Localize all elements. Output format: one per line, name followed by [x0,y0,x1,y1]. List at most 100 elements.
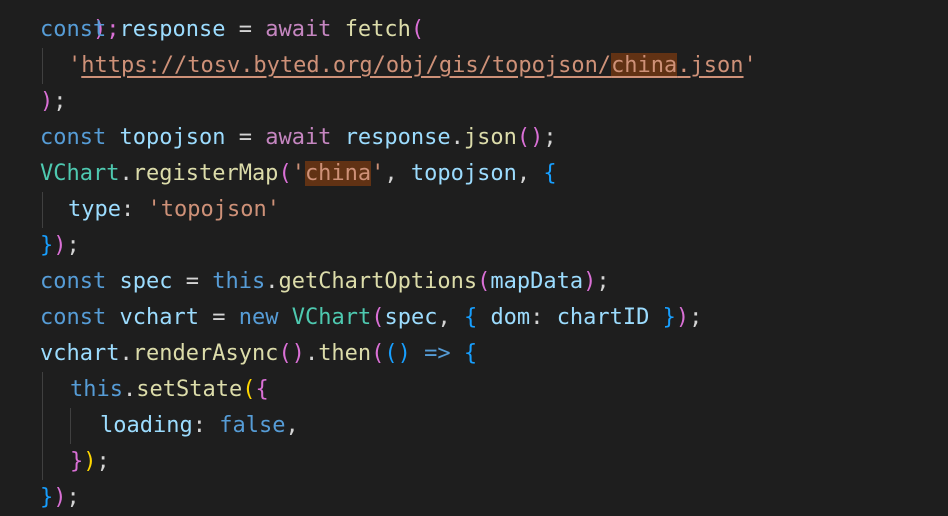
code-token: } [40,233,54,258]
code-token: topojson [410,161,517,186]
code-token: , [285,413,299,438]
code-token: ' [371,161,385,186]
code-line[interactable]: const vchart = new VChart(spec, { dom: c… [40,300,702,336]
code-token: => [410,341,464,366]
code-line[interactable]: VChart.registerMap('china', topojson, { [40,156,557,192]
code-token: ( [278,161,292,186]
indent-guide [42,372,43,480]
code-token: ; [66,485,80,510]
code-token: : [192,413,220,438]
code-token: = [172,269,213,294]
code-line[interactable]: 'https://tosv.byted.org/obj/gis/topojson… [68,48,757,84]
code-token: response [344,125,451,150]
code-token: ; [596,269,610,294]
code-token: 'topojson' [147,197,280,222]
code-token: , [437,305,464,330]
code-token: ) [53,233,67,258]
code-token: . [122,377,137,402]
code-token: { [463,341,478,366]
code-token: spec [384,305,438,330]
code-token: () [278,341,305,366]
code-token: const [40,305,107,330]
code-token: , [516,161,544,186]
code-token: = [225,17,266,42]
code-token: setState [136,377,243,402]
code-token: false [219,413,286,438]
code-token: : [120,197,148,222]
search-match-highlight: china [304,161,372,186]
code-token: ) [53,485,67,510]
indent-guide [70,408,71,444]
url-link[interactable]: .json [677,53,743,78]
code-token: vchart [119,305,199,330]
code-token: new [238,305,279,330]
code-token: . [304,341,319,366]
code-token: ; [66,233,80,258]
code-token: await [265,125,332,150]
code-token: ; [96,449,110,474]
code-token: ) [83,449,97,474]
code-token: response [119,17,226,42]
code-token: json [463,125,517,150]
code-token: const [40,269,107,294]
code-line[interactable]: type: 'topojson' [68,192,280,228]
code-token: = [198,305,239,330]
code-token: ( [371,305,385,330]
code-token: this [212,269,266,294]
code-token: ( [371,341,385,366]
code-token: } [40,485,54,510]
code-editor[interactable]: ); const response = await fetch( 'https:… [0,0,948,516]
code-token: loading [100,413,193,438]
code-token: mapData [490,269,584,294]
code-token: = [225,125,266,150]
code-token: } [70,449,84,474]
url-link[interactable]: https://tosv.byted.org/obj/gis/topojson/ [81,53,611,78]
search-match-highlight: china [611,53,678,78]
code-line[interactable]: const spec = this.getChartOptions(mapDat… [40,264,610,300]
code-line[interactable]: vchart.renderAsync().then(() => { [40,336,477,372]
code-token: ) [40,89,54,114]
code-token: const [40,125,107,150]
code-line[interactable]: loading: false, [100,408,299,444]
code-token: ( [242,377,256,402]
code-token: this [70,377,123,402]
code-token: ) [675,305,690,330]
code-line[interactable]: ); [40,84,67,120]
code-token: chartID [556,305,650,330]
code-line[interactable]: this.setState({ [70,372,269,408]
code-token: registerMap [132,161,279,186]
code-line[interactable]: }); [40,228,80,264]
code-token: , [384,161,411,186]
code-token: spec [119,269,173,294]
code-token: const [40,17,107,42]
code-line[interactable]: ); [40,0,120,42]
code-line[interactable]: const response = await fetch( [40,12,424,48]
code-token: topojson [119,125,226,150]
code-token: () [516,125,544,150]
code-token: () [384,341,411,366]
code-line[interactable]: }); [70,444,110,480]
code-token: ' [68,53,82,78]
code-token: VChart [40,161,120,186]
code-token: } [662,305,676,330]
code-token: renderAsync [132,341,279,366]
code-token: ( [410,17,425,42]
code-token: { [543,161,557,186]
code-token: VChart [291,305,372,330]
code-token: { [463,305,478,330]
code-line[interactable]: }); [40,480,80,516]
indent-guide [42,192,43,228]
code-token: dom [490,305,531,330]
code-line[interactable]: const topojson = await response.json(); [40,120,557,156]
code-token: ( [477,269,491,294]
code-token: : [530,305,557,330]
code-token: . [119,161,133,186]
